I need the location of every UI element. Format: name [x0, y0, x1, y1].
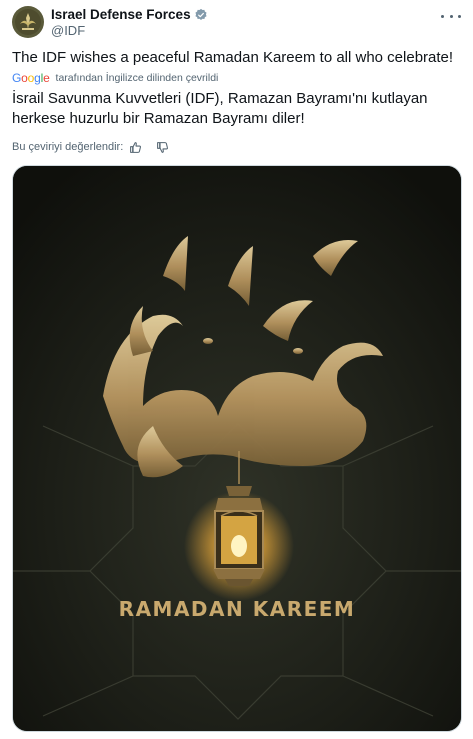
ramadan-artwork [13, 166, 461, 731]
translation-credit-text: tarafından İngilizce dilinden çevrildi [55, 72, 219, 84]
translation-credit: Google tarafından İngilizce dilinden çev… [12, 71, 218, 85]
tweet-text: The IDF wishes a peaceful Ramadan Kareem… [12, 49, 454, 66]
idf-emblem-icon [15, 9, 41, 35]
avatar[interactable] [12, 6, 44, 38]
tweet-media-image[interactable]: RAMADAN KAREEM [12, 165, 462, 732]
tweet-card[interactable]: Israel Defense Forces @IDF The IDF wishe… [0, 0, 473, 739]
translated-text: İsrail Savunma Kuvvetleri (IDF), Ramazan… [12, 90, 428, 127]
tweet-header: Israel Defense Forces @IDF [12, 6, 461, 40]
author-handle[interactable]: @IDF [51, 23, 208, 39]
thumbs-down-icon[interactable] [156, 141, 169, 154]
ramadan-kareem-caption: RAMADAN KAREEM [118, 597, 356, 621]
more-options-icon[interactable] [441, 10, 461, 22]
rate-translation: Bu çeviriyi değerlendir: [12, 139, 169, 155]
verified-badge-icon [195, 8, 207, 20]
google-logo: Google [12, 71, 50, 85]
author-display-name[interactable]: Israel Defense Forces [51, 7, 191, 22]
rate-translation-label: Bu çeviriyi değerlendir: [12, 141, 124, 153]
thumbs-up-icon[interactable] [129, 141, 142, 154]
author-block: Israel Defense Forces @IDF [51, 6, 208, 39]
